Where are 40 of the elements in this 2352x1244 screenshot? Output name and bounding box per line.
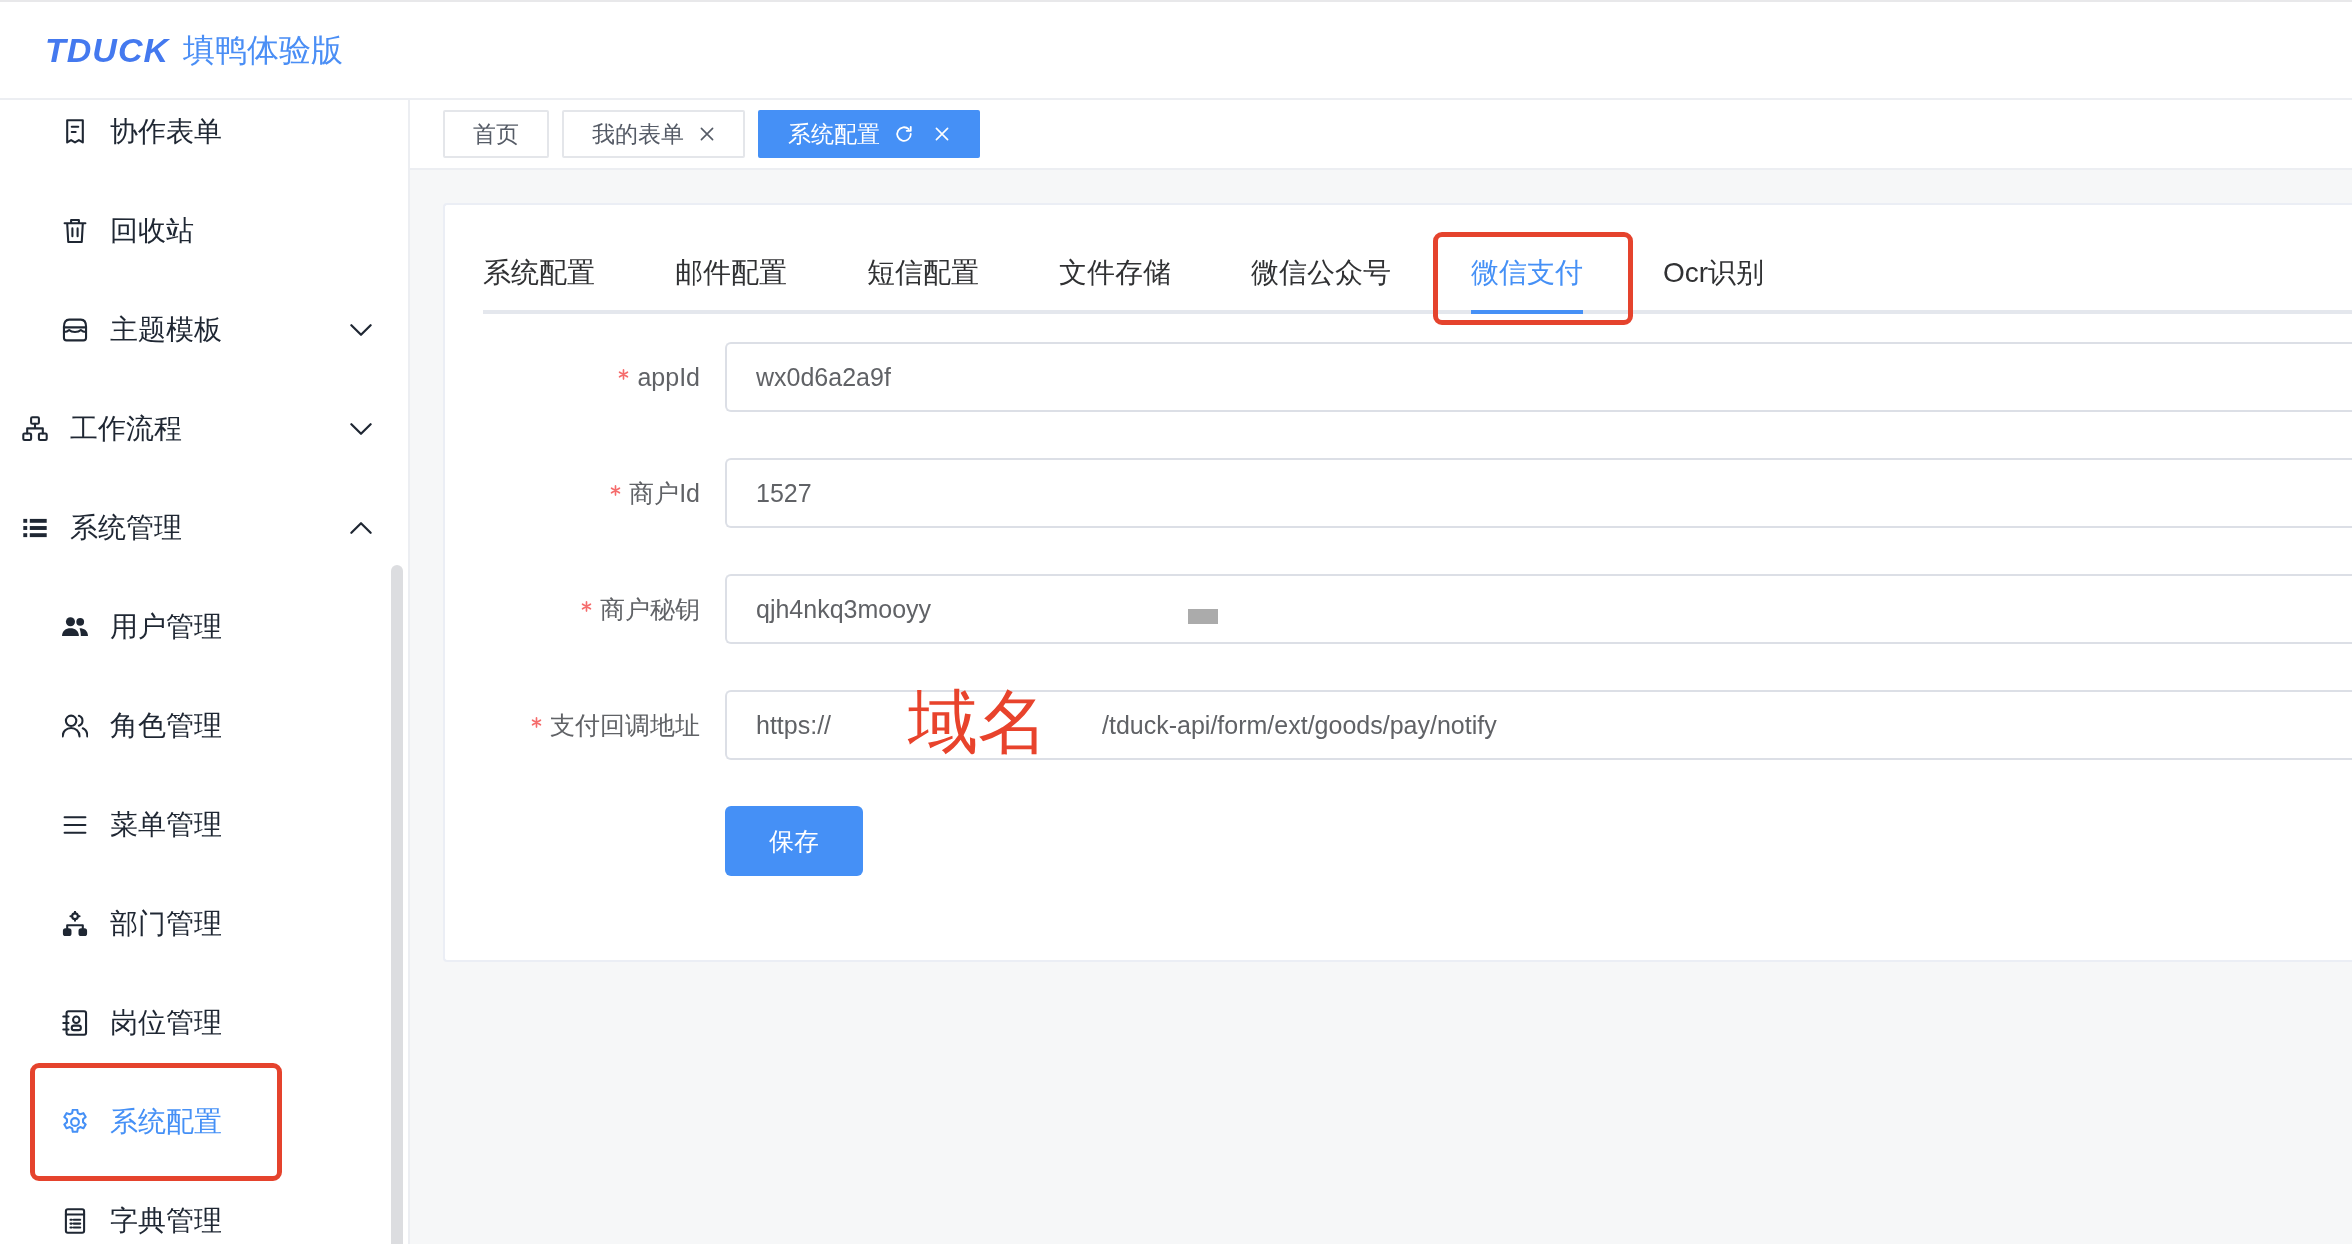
- annotation-text: 域名: [908, 687, 1048, 758]
- trash-icon: [62, 217, 88, 244]
- field-label: 支付回调地址: [550, 709, 700, 741]
- sidebar-item[interactable]: 岗位管理: [0, 983, 408, 1062]
- page-tag[interactable]: 我的表单: [562, 110, 745, 158]
- settings-tab[interactable]: 文件存储: [1019, 236, 1211, 314]
- sidebar-item[interactable]: 用户管理: [0, 587, 408, 666]
- settings-tab[interactable]: 短信配置: [827, 236, 1019, 314]
- logo-subtitle: 填鸭体验版: [183, 34, 343, 66]
- logo-text: TDUCK: [45, 33, 169, 67]
- hierarchy-icon: [22, 415, 48, 442]
- sidebar-item[interactable]: 系统管理: [0, 488, 408, 567]
- settings-tab[interactable]: 微信公众号: [1211, 236, 1431, 314]
- settings-tab[interactable]: 系统配置: [483, 236, 635, 314]
- page-tag[interactable]: 首页: [443, 110, 549, 158]
- sidebar-item[interactable]: 部门管理: [0, 884, 408, 963]
- sidebar-item[interactable]: 工作流程: [0, 389, 408, 468]
- close-icon[interactable]: [699, 126, 715, 142]
- input-field[interactable]: 1527: [725, 458, 2352, 528]
- input-field[interactable]: wx0d6a2a9f: [725, 342, 2352, 412]
- sidebar-item[interactable]: 字典管理: [0, 1181, 408, 1244]
- sidebar-item[interactable]: 角色管理: [0, 686, 408, 765]
- input-field[interactable]: qjh4nkq3mooyy: [725, 574, 2352, 644]
- sidebar-item[interactable]: 回收站: [0, 191, 408, 270]
- settings-tab[interactable]: 邮件配置: [635, 236, 827, 314]
- scrollbar-thumb[interactable]: [391, 565, 403, 1244]
- book-icon: [62, 1207, 88, 1234]
- contact-book-icon: [62, 1009, 88, 1036]
- org-chart-icon: [62, 910, 88, 937]
- sidebar-item[interactable]: 主题模板: [0, 290, 408, 369]
- field-label: appId: [637, 362, 700, 392]
- store-icon: [62, 316, 88, 343]
- sidebar-item[interactable]: 菜单管理: [0, 785, 408, 864]
- field-label: 商户秘钥: [600, 593, 700, 625]
- refresh-icon[interactable]: [895, 125, 913, 143]
- settings-icon: [62, 1108, 88, 1135]
- sidebar-item[interactable]: 协作表单: [0, 100, 408, 171]
- field-label: 商户Id: [629, 477, 700, 509]
- settings-tab[interactable]: Ocr识别: [1623, 236, 1805, 314]
- user-group-icon: [62, 712, 88, 739]
